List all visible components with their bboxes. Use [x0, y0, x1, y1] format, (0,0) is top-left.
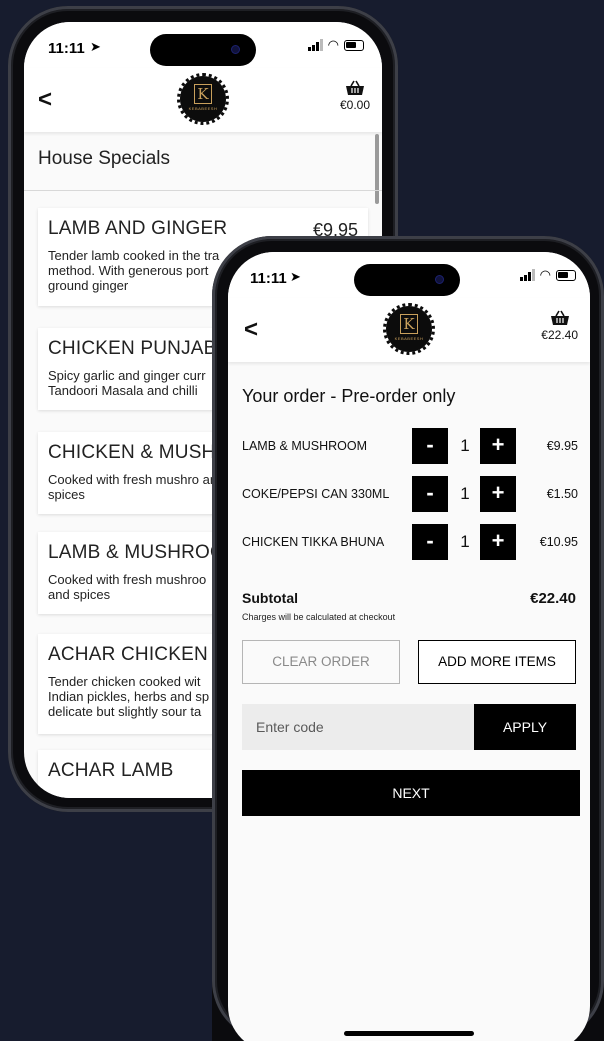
battery-icon: [344, 39, 364, 51]
logo-brand-text: KEBABEESH: [394, 336, 424, 341]
order-item-name: CHICKEN TIKKA BHUNA: [242, 535, 385, 549]
wifi-icon: ◠: [539, 267, 551, 282]
status-bar: 11:11 ➤ ◠: [24, 22, 382, 72]
restaurant-logo: K KEBABEESH: [383, 303, 435, 355]
logo-brand-text: KEBABEESH: [188, 106, 218, 111]
status-bar: 11:11 ➤ ◠: [228, 252, 590, 302]
charges-note: Charges will be calculated at checkout: [242, 612, 396, 622]
front-phone: 11:11 ➤ ◠ < K KEBABEESH €22.40 Your orde…: [212, 236, 604, 1041]
order-row: LAMB & MUSHROOM - 1 + €9.95: [242, 428, 578, 464]
section-divider: [24, 190, 382, 191]
order-title: Your order - Pre-order only: [242, 386, 456, 406]
status-icons: ◠: [307, 37, 364, 52]
camera-dot: [231, 45, 240, 54]
decrease-quantity-button[interactable]: -: [412, 524, 448, 560]
basket-button[interactable]: €22.40: [541, 310, 578, 342]
order-item-price: €9.95: [546, 439, 578, 453]
signal-icon: [519, 269, 535, 281]
apply-code-button[interactable]: APPLY: [474, 704, 576, 750]
increase-quantity-button[interactable]: +: [480, 428, 516, 464]
menu-item-description: Spicy garlic and ginger curr Tandoori Ma…: [48, 368, 206, 398]
status-time: 11:11: [48, 40, 85, 57]
order-row: COKE/PEPSI CAN 330ML - 1 + €1.50: [242, 476, 578, 512]
battery-icon: [556, 269, 576, 281]
menu-item-description: Cooked with fresh mushro and spices: [48, 472, 225, 502]
logo-monogram: K: [194, 84, 212, 104]
menu-item-description: Tender lamb cooked in the tra method. Wi…: [48, 248, 220, 293]
wifi-icon: ◠: [327, 37, 339, 52]
clear-order-button[interactable]: CLEAR ORDER: [242, 640, 400, 684]
basket-total: €22.40: [541, 328, 578, 342]
app-header: < K KEBABEESH €22.40: [228, 298, 590, 362]
menu-item-description: Tender chicken cooked wit Indian pickles…: [48, 674, 210, 719]
basket-total: €0.00: [339, 98, 370, 112]
logo-monogram: K: [400, 314, 418, 334]
scrollbar-thumb[interactable]: [375, 134, 379, 204]
add-more-items-button[interactable]: ADD MORE ITEMS: [418, 640, 576, 684]
status-icons: ◠: [519, 267, 576, 282]
status-time: 11:11: [250, 270, 287, 287]
promo-code-input[interactable]: [242, 704, 478, 750]
quantity-value: 1: [460, 436, 470, 455]
basket-button[interactable]: €0.00: [340, 80, 370, 112]
increase-quantity-button[interactable]: +: [480, 524, 516, 560]
restaurant-logo: K KEBABEESH: [177, 73, 229, 125]
quantity-value: 1: [460, 532, 470, 551]
quantity-value: 1: [460, 484, 470, 503]
dynamic-island: [354, 264, 460, 296]
subtotal-label: Subtotal: [242, 590, 298, 606]
signal-icon: [307, 39, 323, 51]
dynamic-island: [150, 34, 256, 66]
order-row: CHICKEN TIKKA BHUNA - 1 + €10.95: [242, 524, 578, 560]
order-item-price: €1.50: [546, 487, 578, 501]
next-button[interactable]: NEXT: [242, 770, 580, 816]
menu-item-description: Cooked with fresh mushroo and spices: [48, 572, 207, 602]
basket-icon: [550, 310, 569, 325]
order-item-price: €10.95: [539, 535, 578, 549]
back-chevron-icon[interactable]: <: [38, 88, 52, 112]
order-item-name: LAMB & MUSHROOM: [242, 439, 368, 453]
back-chevron-icon[interactable]: <: [244, 318, 258, 342]
increase-quantity-button[interactable]: +: [480, 476, 516, 512]
decrease-quantity-button[interactable]: -: [412, 476, 448, 512]
section-title: House Specials: [38, 148, 171, 169]
basket-icon: [345, 80, 364, 95]
order-item-name: COKE/PEPSI CAN 330ML: [242, 487, 390, 501]
camera-dot: [435, 275, 444, 284]
subtotal-value: €22.40: [530, 590, 576, 607]
decrease-quantity-button[interactable]: -: [412, 428, 448, 464]
location-arrow-icon: ➤: [290, 269, 301, 284]
app-header: < K KEBABEESH €0.00: [24, 68, 382, 132]
home-indicator[interactable]: [344, 1031, 474, 1036]
location-arrow-icon: ➤: [90, 39, 101, 54]
front-phone-screen: 11:11 ➤ ◠ < K KEBABEESH €22.40 Your orde…: [228, 252, 590, 1041]
